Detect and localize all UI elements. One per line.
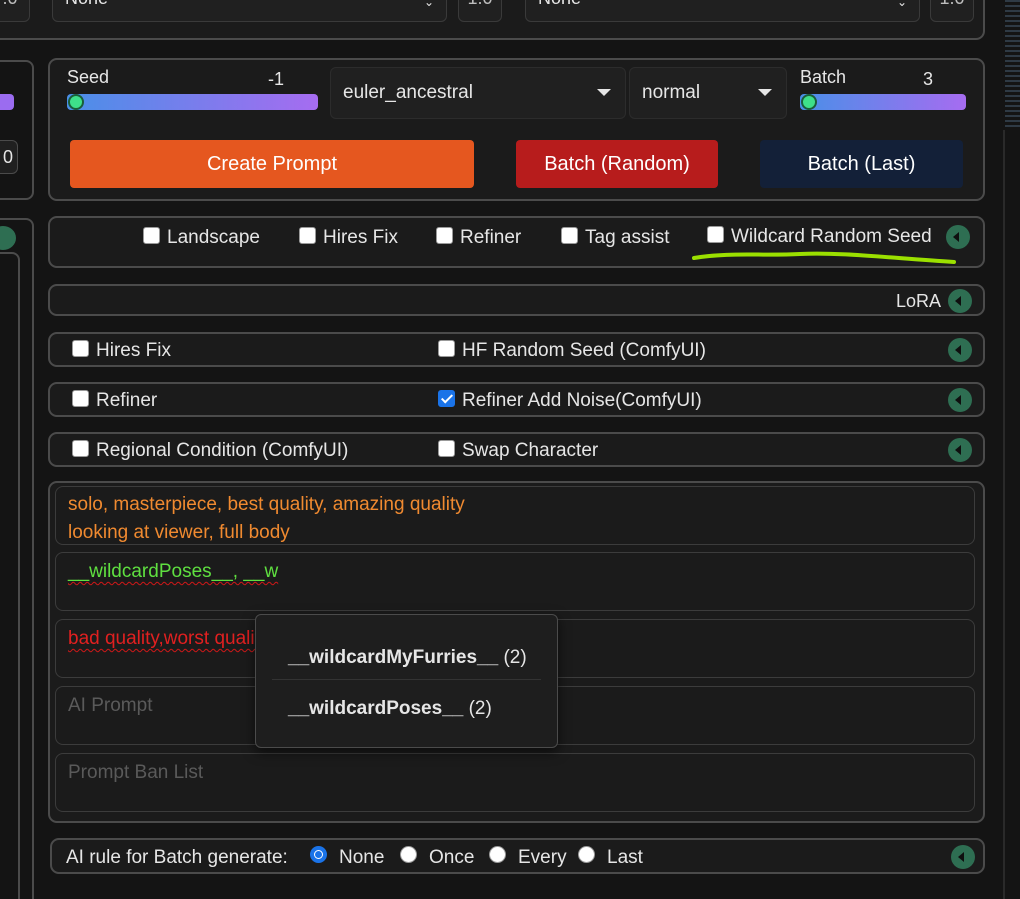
positive-prompt-textarea[interactable]: solo, masterpiece, best quality, amazing… [55,486,975,545]
ai-rule-every-radio[interactable] [489,846,506,863]
batch-slider-thumb[interactable] [801,94,817,110]
ai-rule-once-radio[interactable] [400,846,417,863]
positive-prompt-line-1: solo, masterpiece, best quality, amazing… [68,494,465,515]
ai-rule-none-radio[interactable] [310,846,327,863]
background-editor-strip [1005,0,1020,130]
swap-character-checkbox[interactable] [438,440,455,457]
wildcard-random-seed-label: Wildcard Random Seed [731,226,932,247]
model-select-1[interactable]: None ⌄ [52,0,447,22]
refiner-add-noise-checkbox[interactable] [438,390,455,407]
regional-collapse-icon[interactable] [948,438,972,462]
sampler-select[interactable]: euler_ancestral [330,67,626,119]
positive-prompt-line-2: looking at viewer, full body [68,522,290,543]
popup-divider [272,679,541,680]
ai-rule-none-label: None [339,847,385,868]
refiner-add-noise-label: Refiner Add Noise(ComfyUI) [462,390,702,411]
options-collapse-icon[interactable] [946,225,970,249]
lora-label: LoRA [896,291,942,311]
ai-rule-last-radio[interactable] [578,846,595,863]
model-select-2[interactable]: None ⌄ [525,0,920,22]
prompt-ban-list-placeholder: Prompt Ban List [68,762,204,783]
scheduler-select[interactable]: normal [629,67,787,119]
batch-last-button[interactable]: Batch (Last) [760,140,963,188]
prompt-ban-list-textarea[interactable]: Prompt Ban List [55,753,975,812]
ai-rule-collapse-icon[interactable] [951,845,975,869]
seed-slider-thumb[interactable] [68,94,84,110]
annotation-underline [692,251,956,264]
wildcard-prompt-textarea[interactable]: __wildcardPoses__, __w [55,552,975,611]
swap-character-label: Swap Character [462,440,599,461]
wildcard-autocomplete-popup: __wildcardMyFurries__ (2) __wildcardPose… [255,614,558,748]
sampler-value: euler_ancestral [343,82,473,103]
landscape-checkbox[interactable] [143,227,160,244]
left-number-field[interactable]: 0 [0,140,18,174]
batch-slider[interactable] [800,94,966,110]
seed-slider[interactable] [67,94,318,110]
left-slider[interactable] [0,94,14,110]
tag-assist-checkbox[interactable] [561,227,578,244]
seed-label: Seed [67,67,110,87]
batch-label: Batch [800,67,847,87]
left-panel [0,60,34,200]
refiner-label: Refiner [460,227,522,248]
hires-collapse-icon[interactable] [948,338,972,362]
regional-condition-checkbox[interactable] [72,440,89,457]
dropdown-arrow-icon [597,89,611,96]
refiner-label-2: Refiner [96,390,158,411]
model-select-2-value: None [538,0,581,8]
batch-value[interactable]: 3 [923,69,933,90]
autocomplete-item[interactable]: __wildcardPoses__ (2) [288,698,492,720]
autocomplete-item-count: (2) [503,647,527,668]
scrollbar-track[interactable] [1003,130,1005,899]
weight-field-1[interactable]: 1.0 [458,0,502,22]
scheduler-value: normal [642,82,701,103]
batch-random-button[interactable]: Batch (Random) [516,140,718,188]
weight-field-2[interactable]: 1.0 [930,0,974,22]
refiner-checkbox-2[interactable] [72,390,89,407]
left-inner-panel [0,252,20,899]
wildcard-prompt-text: __wildcardPoses__, __w [68,561,279,582]
autocomplete-item-name: __wildcardPoses__ [288,698,464,719]
dropdown-arrow-icon [758,89,772,96]
hires-fix-label-2: Hires Fix [96,340,171,361]
regional-condition-label: Regional Condition (ComfyUI) [96,440,349,461]
hires-fix-checkbox-2[interactable] [72,340,89,357]
landscape-label: Landscape [167,227,260,248]
hf-random-seed-checkbox[interactable] [438,340,455,357]
ai-rule-last-label: Last [607,847,643,868]
hires-fix-label: Hires Fix [323,227,398,248]
autocomplete-item[interactable]: __wildcardMyFurries__ (2) [288,647,527,669]
chevron-down-icon: ⌄ [896,0,907,9]
refiner-collapse-icon[interactable] [948,388,972,412]
autocomplete-item-count: (2) [468,698,492,719]
lora-panel[interactable] [48,284,985,316]
ai-rule-once-label: Once [429,847,475,868]
refiner-checkbox[interactable] [436,227,453,244]
ai-rule-label: AI rule for Batch generate: [66,847,288,868]
tag-assist-label: Tag assist [585,227,670,248]
model-select-1-value: None [65,0,108,8]
ai-rule-every-label: Every [518,847,567,868]
seed-value[interactable]: -1 [268,69,284,90]
hires-fix-checkbox[interactable] [299,227,316,244]
autocomplete-item-name: __wildcardMyFurries__ [288,647,499,668]
create-prompt-button[interactable]: Create Prompt [70,140,474,188]
lora-collapse-icon[interactable] [948,289,972,313]
hf-random-seed-label: HF Random Seed (ComfyUI) [462,340,706,361]
wildcard-random-seed-checkbox[interactable] [707,226,724,243]
chevron-down-icon: ⌄ [423,0,434,9]
left-weight-field[interactable]: .0 [0,0,30,22]
